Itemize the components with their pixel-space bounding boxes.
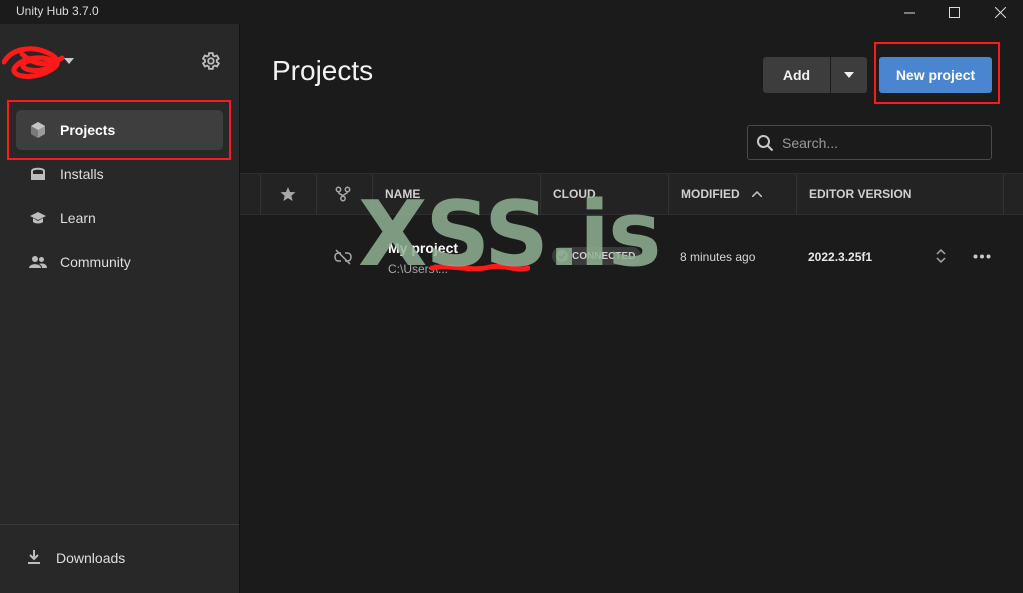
redaction-scribble (430, 263, 530, 272)
modified-time: 8 minutes ago (680, 250, 756, 264)
people-icon (29, 256, 47, 268)
more-options-icon[interactable] (973, 254, 991, 259)
download-icon (28, 550, 40, 564)
sidebar-item-label: Installs (60, 166, 104, 182)
favorite-column-header[interactable] (280, 174, 296, 214)
cube-icon (31, 122, 45, 138)
new-project-button[interactable]: New project (879, 57, 992, 93)
maximize-icon (948, 6, 960, 18)
star-icon (280, 187, 296, 201)
title-bar: Unity Hub 3.7.0 (0, 0, 1023, 24)
name-column-header[interactable]: NAME (385, 174, 420, 214)
close-button[interactable] (977, 0, 1023, 24)
version-select-chevron-icon[interactable] (936, 248, 946, 264)
cloud-status-badge: CONNECTED (552, 247, 642, 265)
cloud-status-text: CONNECTED (572, 250, 636, 262)
editor-version: 2022.3.25f1 (808, 250, 873, 264)
account-menu[interactable] (0, 44, 90, 80)
sidebar-item-label: Downloads (56, 550, 126, 566)
column-separator (372, 174, 373, 214)
minimize-icon (903, 12, 915, 13)
sidebar-item-community[interactable]: Community (16, 242, 223, 282)
check-circle-icon (556, 250, 568, 262)
graduation-cap-icon (30, 212, 46, 224)
table-row[interactable]: My project C:\Users\... CONNECTED 8 minu… (240, 216, 1023, 298)
sidebar-item-label: Community (60, 254, 131, 270)
gear-icon[interactable] (199, 50, 221, 72)
page-title: Projects (272, 55, 374, 86)
chevron-down-icon (64, 58, 74, 64)
project-name[interactable]: My project (388, 240, 458, 256)
search-icon (757, 135, 774, 152)
avatar (2, 46, 65, 79)
main-content: Projects Add New project NAME CLOUD (240, 24, 1023, 593)
column-separator (540, 174, 541, 214)
close-icon (994, 6, 1006, 18)
version-control-column-header[interactable] (335, 174, 351, 214)
add-dropdown-button[interactable] (831, 57, 867, 93)
sort-ascending-icon (751, 191, 762, 197)
maximize-button[interactable] (931, 0, 977, 24)
sidebar-item-projects[interactable]: Projects (16, 110, 223, 150)
sidebar-item-installs[interactable]: Installs (16, 154, 223, 194)
add-button[interactable]: Add (763, 57, 830, 93)
branch-icon (335, 186, 351, 202)
column-separator (668, 174, 669, 214)
chevron-down-icon (844, 72, 854, 78)
column-separator (1003, 174, 1004, 214)
cloud-column-header[interactable]: CLOUD (553, 174, 596, 214)
sidebar-item-downloads[interactable]: Downloads (16, 538, 223, 578)
minimize-button[interactable] (886, 0, 932, 24)
column-separator (316, 174, 317, 214)
sidebar-item-learn[interactable]: Learn (16, 198, 223, 238)
table-header: NAME CLOUD MODIFIED EDITOR VERSION (240, 173, 1023, 215)
search-box[interactable] (747, 125, 992, 160)
column-separator (796, 174, 797, 214)
disconnected-link-icon (334, 249, 352, 265)
installs-icon (31, 167, 45, 180)
search-input[interactable] (782, 132, 982, 154)
modified-column-header[interactable]: MODIFIED (681, 174, 762, 214)
sidebar: Projects Installs Learn Community Downlo… (0, 24, 240, 593)
sidebar-divider (0, 524, 239, 525)
editor-version-column-header[interactable]: EDITOR VERSION (809, 174, 911, 214)
sidebar-item-label: Projects (60, 122, 116, 138)
window-title: Unity Hub 3.7.0 (16, 4, 99, 18)
column-separator (260, 174, 261, 214)
sidebar-item-label: Learn (60, 210, 96, 226)
modified-column-label: MODIFIED (681, 187, 740, 201)
